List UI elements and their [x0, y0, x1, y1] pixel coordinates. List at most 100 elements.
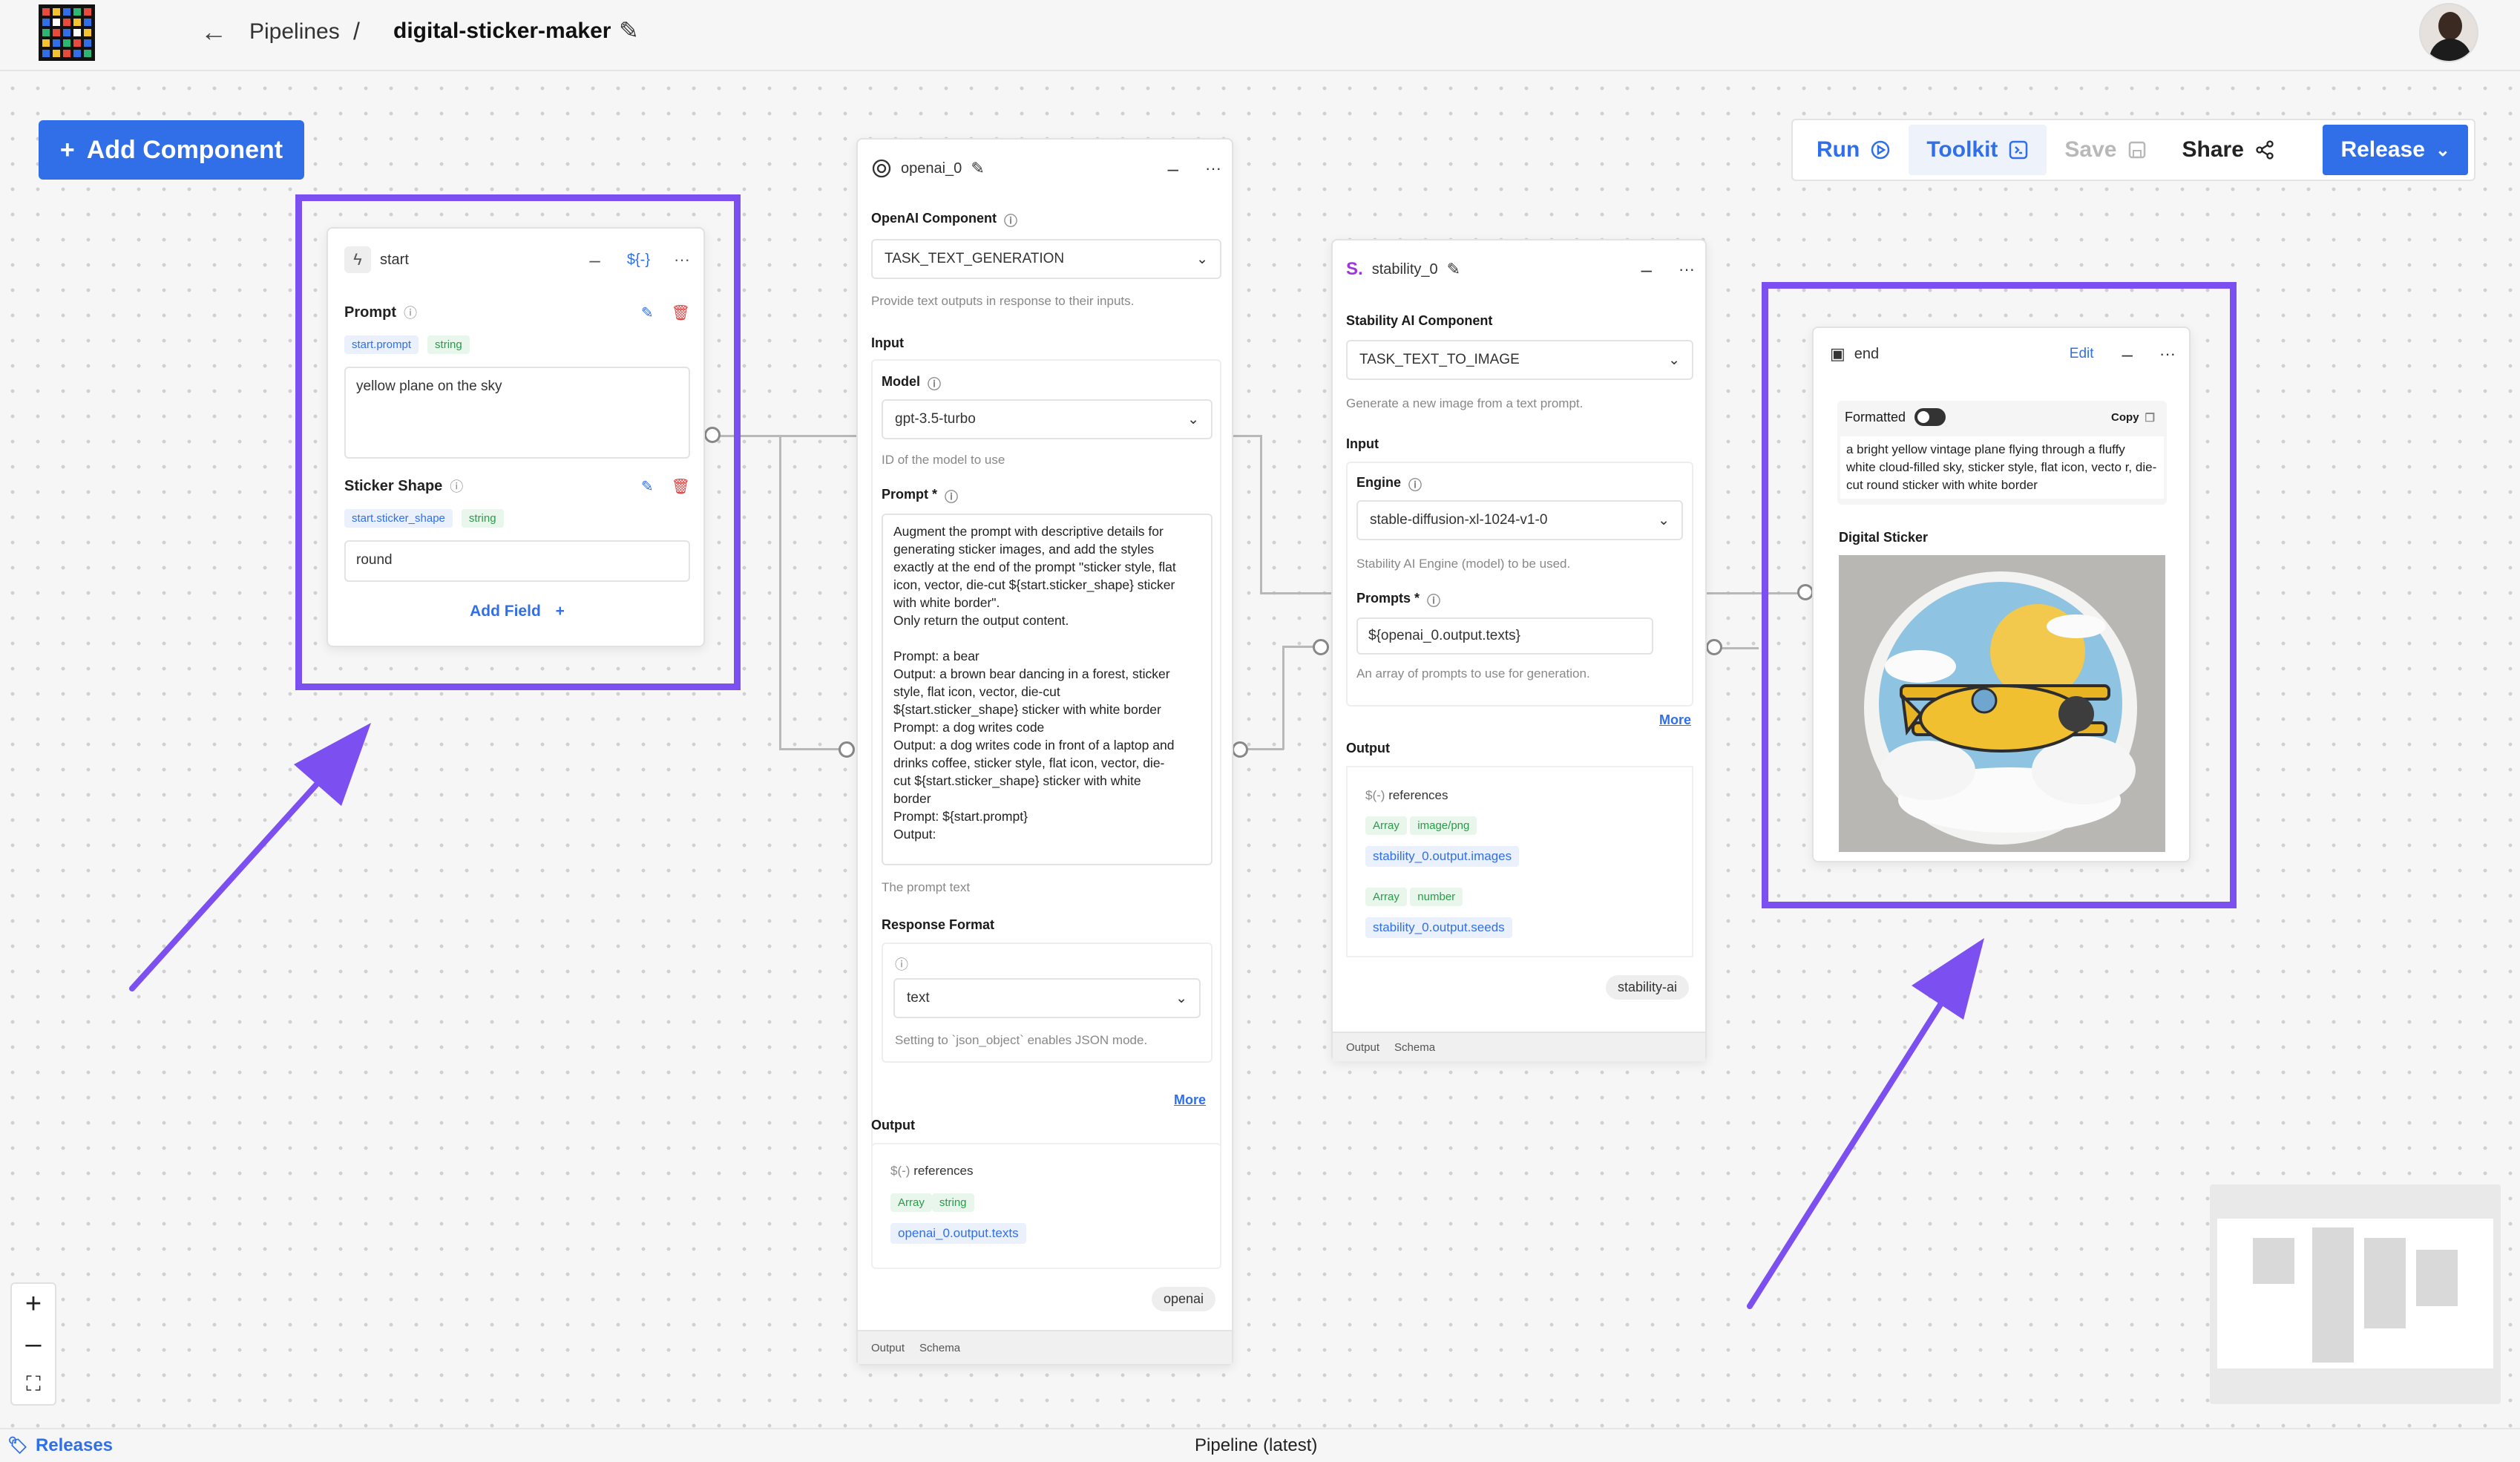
annotation-arrow	[1747, 938, 1984, 1309]
release-button[interactable]: Release ⌄	[2323, 125, 2468, 175]
collapse-icon[interactable]: –	[1168, 157, 1178, 180]
formatted-label: Formatted	[1845, 409, 1906, 424]
add-field-label: Add Field	[470, 603, 541, 620]
model-select[interactable]: gpt-3.5-turbo ⌄	[882, 399, 1213, 439]
output-ref-chip[interactable]: stability_0.output.images	[1365, 846, 1520, 867]
prompt-description: The prompt text	[882, 880, 971, 894]
chevron-down-icon: ⌄	[1196, 251, 1208, 267]
type-chip: string	[931, 1193, 974, 1212]
edit-field-icon[interactable]: ✎	[641, 304, 654, 322]
releases-link[interactable]: 🏷 Releases	[7, 1435, 113, 1456]
avatar[interactable]	[2419, 3, 2478, 62]
more-link[interactable]: More	[1174, 1092, 1206, 1108]
stability-node[interactable]: S. stability_0 ✎ – ··· Stability AI Comp…	[1331, 239, 1707, 1061]
references-label: $(-) references	[1365, 788, 1448, 803]
references-label: $(-) references	[890, 1164, 974, 1179]
delete-field-icon[interactable]: 🗑	[672, 304, 690, 322]
response-format-select[interactable]: text ⌄	[893, 978, 1201, 1018]
save-icon	[2128, 141, 2145, 159]
formatted-toggle[interactable]	[1914, 408, 1946, 426]
fit-view-icon[interactable]: ⛶	[26, 1364, 41, 1404]
copy-icon: ❐	[2145, 412, 2155, 424]
tab-schema[interactable]: Schema	[919, 1342, 960, 1354]
output-handle[interactable]	[1706, 639, 1722, 655]
save-label: Save	[2064, 137, 2117, 162]
edit-button[interactable]: Edit	[2070, 346, 2094, 362]
run-button[interactable]: Run	[1799, 125, 1909, 175]
edit-pencil-icon[interactable]: ✎	[1447, 260, 1460, 279]
app-logo[interactable]	[39, 4, 95, 61]
output-ref-chip[interactable]: stability_0.output.seeds	[1365, 917, 1512, 938]
engine-select[interactable]: stable-diffusion-xl-1024-v1-0 ⌄	[1356, 500, 1683, 540]
chevron-down-icon: ⌄	[1187, 411, 1199, 427]
more-link[interactable]: More	[1659, 712, 1691, 728]
zoom-controls: + – ⛶	[10, 1282, 56, 1406]
more-options-icon[interactable]: ···	[1205, 159, 1221, 178]
sticker-shape-value: round	[356, 552, 393, 568]
more-options-icon[interactable]: ···	[1679, 260, 1695, 279]
response-format-value: text	[907, 990, 930, 1006]
edge-line	[1260, 435, 1262, 594]
minimap-node	[2253, 1238, 2294, 1284]
save-button[interactable]: Save	[2047, 125, 2164, 175]
node-title: stability_0	[1371, 260, 1438, 278]
edge-line	[1260, 592, 1331, 594]
task-select[interactable]: TASK_TEXT_TO_IMAGE ⌄	[1346, 340, 1693, 380]
back-arrow-icon[interactable]: ←	[200, 16, 227, 47]
breadcrumb-pipelines[interactable]: Pipelines	[249, 19, 340, 45]
collapse-icon[interactable]: –	[1641, 258, 1652, 281]
prompts-input[interactable]: ${openai_0.output.texts}	[1356, 617, 1653, 655]
edit-pencil-icon[interactable]: ✎	[619, 16, 639, 45]
plus-icon: +	[555, 603, 565, 620]
sticker-image	[1839, 555, 2165, 852]
help-icon: ⓘ	[945, 490, 959, 505]
copy-button[interactable]: Copy ❐	[2111, 411, 2155, 424]
variable-icon[interactable]: ${-}	[627, 252, 650, 269]
engine-label: Engine	[1356, 475, 1402, 490]
zoom-in-icon[interactable]: +	[25, 1284, 42, 1324]
prompt-textarea[interactable]: Augment the prompt with descriptive deta…	[882, 514, 1213, 865]
tab-output[interactable]: Output	[871, 1342, 905, 1354]
sticker-shape-input[interactable]: round	[344, 540, 690, 582]
output-handle[interactable]	[1232, 741, 1248, 758]
component-label: OpenAI Component	[871, 211, 997, 226]
field-ref-chip[interactable]: start.sticker_shape	[344, 509, 453, 528]
end-node[interactable]: ▣ end Edit – ··· Formatted Copy ❐ a brig…	[1812, 327, 2191, 862]
array-chip: Array	[1365, 888, 1407, 906]
input-section-label: Input	[1346, 436, 1379, 451]
delete-field-icon[interactable]: 🗑	[672, 477, 690, 496]
edit-pencil-icon[interactable]: ✎	[971, 159, 984, 178]
zoom-out-icon[interactable]: –	[25, 1324, 41, 1364]
field-type-chip: string	[461, 509, 504, 528]
task-select[interactable]: TASK_TEXT_GENERATION ⌄	[871, 239, 1221, 279]
edge-line	[1232, 435, 1261, 437]
more-options-icon[interactable]: ···	[2159, 344, 2176, 364]
toolkit-button[interactable]: Toolkit	[1909, 125, 2047, 175]
tab-schema[interactable]: Schema	[1394, 1041, 1435, 1054]
copy-label: Copy	[2111, 411, 2139, 424]
type-chip: image/png	[1410, 816, 1477, 835]
model-value: gpt-3.5-turbo	[895, 411, 976, 427]
add-component-button[interactable]: + Add Component	[39, 120, 304, 180]
pipeline-name: digital-sticker-maker	[393, 19, 611, 43]
add-field-button[interactable]: Add Field +	[328, 603, 706, 620]
breadcrumb-separator: /	[353, 18, 360, 45]
references-text: references	[913, 1164, 974, 1178]
node-title: openai_0	[901, 160, 962, 177]
more-options-icon[interactable]: ···	[674, 250, 690, 269]
field-ref-chip[interactable]: start.prompt	[344, 335, 419, 354]
prompt-textarea[interactable]: yellow plane on the sky	[344, 367, 690, 459]
tab-output[interactable]: Output	[1346, 1041, 1379, 1054]
input-handle[interactable]	[1313, 639, 1329, 655]
output-ref-chip[interactable]: openai_0.output.texts	[890, 1223, 1026, 1244]
collapse-icon[interactable]: –	[589, 249, 600, 272]
provider-badge: stability-ai	[1606, 975, 1690, 1000]
openai-node[interactable]: openai_0 ✎ – ··· OpenAI Component ⓘ TASK…	[856, 138, 1233, 1366]
edit-field-icon[interactable]: ✎	[641, 477, 654, 496]
collapse-icon[interactable]: –	[2122, 343, 2133, 366]
release-label: Release	[2340, 137, 2425, 162]
share-button[interactable]: Share	[2165, 125, 2293, 175]
input-handle[interactable]	[839, 741, 855, 758]
start-node[interactable]: ϟ start – ${-} ··· Prompt ⓘ ✎ 🗑 start.pr…	[327, 227, 705, 647]
help-icon: ⓘ	[1004, 214, 1017, 229]
